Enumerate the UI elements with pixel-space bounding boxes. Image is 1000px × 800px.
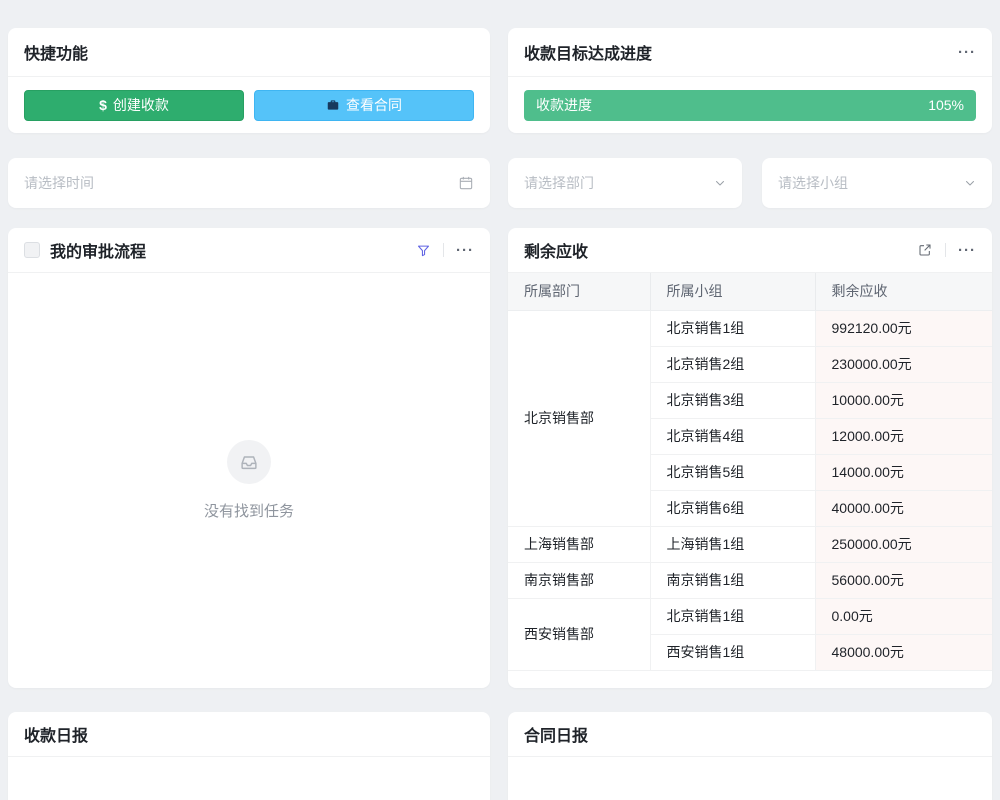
table-row: 南京销售部南京销售1组56000.00元: [508, 562, 992, 598]
more-icon[interactable]: ···: [958, 243, 976, 258]
contract-daily-body: [508, 757, 992, 800]
left-column: 快捷功能 $ 创建收款 查看合同 请选择时间: [8, 28, 490, 800]
group-cell: 上海销售1组: [650, 526, 815, 562]
department-cell: 北京销售部: [508, 310, 650, 526]
group-cell: 北京销售6组: [650, 490, 815, 526]
receivable-card: 剩余应收 ··· 所属部门 所属小组 剩余应收: [508, 228, 992, 688]
approval-empty-state: 没有找到任务: [8, 273, 490, 688]
quick-actions-card: 快捷功能 $ 创建收款 查看合同: [8, 28, 490, 133]
receivable-table: 所属部门 所属小组 剩余应收 北京销售部北京销售1组992120.00元北京销售…: [508, 273, 992, 671]
department-cell: 南京销售部: [508, 562, 650, 598]
amount-cell: 12000.00元: [815, 418, 992, 454]
right-column: 收款目标达成进度 ··· 收款进度 105% 请选择部门 请选择小组: [508, 28, 992, 800]
more-icon[interactable]: ···: [958, 45, 976, 60]
amount-cell: 56000.00元: [815, 562, 992, 598]
view-contract-label: 查看合同: [346, 95, 402, 115]
column-header-group: 所属小组: [650, 273, 815, 310]
contract-daily-card: 合同日报: [508, 712, 992, 800]
column-header-dept: 所属部门: [508, 273, 650, 310]
divider: [443, 243, 444, 257]
time-filter-input[interactable]: 请选择时间: [8, 158, 490, 208]
amount-cell: 992120.00元: [815, 310, 992, 346]
select-all-checkbox[interactable]: [24, 242, 40, 258]
time-placeholder: 请选择时间: [24, 173, 94, 193]
calendar-icon: [458, 175, 474, 191]
divider: [945, 243, 946, 257]
quick-actions-body: $ 创建收款 查看合同: [8, 77, 490, 133]
department-cell: 西安销售部: [508, 598, 650, 670]
view-contract-button[interactable]: 查看合同: [254, 90, 474, 121]
receivable-table-body: 北京销售部北京销售1组992120.00元北京销售2组230000.00元北京销…: [508, 310, 992, 670]
filter-row: 请选择部门 请选择小组: [508, 158, 992, 208]
approval-header-icons: ···: [416, 243, 474, 258]
group-placeholder: 请选择小组: [778, 173, 848, 193]
group-cell: 北京销售1组: [650, 310, 815, 346]
receivable-table-head: 所属部门 所属小组 剩余应收: [508, 273, 992, 310]
group-cell: 南京销售1组: [650, 562, 815, 598]
receivable-header: 剩余应收 ···: [508, 228, 992, 273]
department-placeholder: 请选择部门: [524, 173, 594, 193]
amount-cell: 0.00元: [815, 598, 992, 634]
table-row: 北京销售部北京销售1组992120.00元: [508, 310, 992, 346]
create-payment-label: 创建收款: [113, 95, 169, 115]
quick-actions-header: 快捷功能: [8, 28, 490, 77]
progress-bar-value: 105%: [928, 97, 964, 113]
table-row: 西安销售部北京销售1组0.00元: [508, 598, 992, 634]
group-cell: 北京销售2组: [650, 346, 815, 382]
progress-body: 收款进度 105%: [508, 77, 992, 133]
receivable-header-icons: ···: [917, 242, 976, 258]
group-cell: 西安销售1组: [650, 634, 815, 670]
chevron-down-icon: [714, 177, 726, 189]
progress-header: 收款目标达成进度 ···: [508, 28, 992, 77]
contract-daily-header: 合同日报: [508, 712, 992, 757]
group-cell: 北京销售1组: [650, 598, 815, 634]
briefcase-icon: [326, 98, 340, 112]
progress-card: 收款目标达成进度 ··· 收款进度 105%: [508, 28, 992, 133]
column-header-amount: 剩余应收: [815, 273, 992, 310]
amount-cell: 48000.00元: [815, 634, 992, 670]
card-title: 收款目标达成进度: [524, 40, 652, 64]
amount-cell: 14000.00元: [815, 454, 992, 490]
approval-card: 我的审批流程 ··· 没有找到任务: [8, 228, 490, 688]
approval-header: 我的审批流程 ···: [8, 228, 490, 273]
department-select[interactable]: 请选择部门: [508, 158, 742, 208]
card-title: 剩余应收: [524, 238, 588, 262]
group-cell: 北京销售3组: [650, 382, 815, 418]
empty-inbox-icon: [227, 440, 271, 484]
empty-text: 没有找到任务: [204, 500, 294, 521]
more-icon[interactable]: ···: [456, 243, 474, 258]
payment-daily-card: 收款日报: [8, 712, 490, 800]
card-title: 收款日报: [24, 722, 88, 746]
filter-icon[interactable]: [416, 243, 431, 258]
card-title: 合同日报: [524, 722, 588, 746]
payment-daily-body: [8, 757, 490, 800]
department-cell: 上海销售部: [508, 526, 650, 562]
table-row: 上海销售部上海销售1组250000.00元: [508, 526, 992, 562]
payment-daily-header: 收款日报: [8, 712, 490, 757]
dollar-icon: $: [99, 97, 107, 113]
amount-cell: 10000.00元: [815, 382, 992, 418]
amount-cell: 40000.00元: [815, 490, 992, 526]
group-cell: 北京销售5组: [650, 454, 815, 490]
chevron-down-icon: [964, 177, 976, 189]
amount-cell: 230000.00元: [815, 346, 992, 382]
create-payment-button[interactable]: $ 创建收款: [24, 90, 244, 121]
group-select[interactable]: 请选择小组: [762, 158, 992, 208]
card-title: 我的审批流程: [50, 238, 146, 262]
progress-bar: 收款进度 105%: [524, 90, 976, 121]
open-external-icon[interactable]: [917, 242, 933, 258]
group-cell: 北京销售4组: [650, 418, 815, 454]
card-title: 快捷功能: [24, 40, 88, 64]
dashboard: 快捷功能 $ 创建收款 查看合同 请选择时间: [0, 0, 1000, 800]
progress-bar-label: 收款进度: [536, 95, 592, 115]
amount-cell: 250000.00元: [815, 526, 992, 562]
